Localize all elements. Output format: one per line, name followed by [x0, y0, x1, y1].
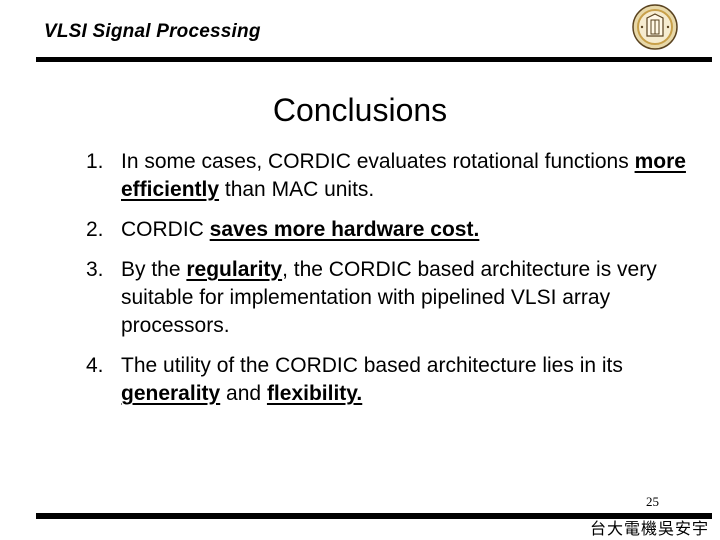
item-number: 1.	[86, 150, 104, 173]
item-text: and	[220, 382, 267, 405]
item-text: In some cases, CORDIC evaluates rotation…	[121, 150, 635, 173]
item-text: CORDIC	[121, 218, 210, 241]
item-number: 2.	[86, 218, 104, 241]
university-seal-icon	[632, 4, 678, 50]
item-emphasis: regularity	[186, 258, 283, 281]
item-emphasis: flexibility.	[266, 382, 363, 405]
header-title: VLSI Signal Processing	[44, 21, 261, 42]
conclusions-list: 1. In some cases, CORDIC evaluates rotat…	[86, 148, 686, 420]
item-number: 3.	[86, 258, 104, 281]
list-item: 3. By the regularity, the CORDIC based a…	[86, 256, 686, 340]
item-number: 4.	[86, 354, 104, 377]
slide-title: Conclusions	[272, 92, 448, 128]
header-divider	[36, 57, 712, 62]
item-text: than MAC units.	[219, 178, 375, 201]
footer-credit: 台大電機吳安宇	[590, 519, 710, 538]
list-item: 4. The utility of the CORDIC based archi…	[86, 352, 686, 408]
item-text: The utility of the CORDIC based architec…	[121, 354, 623, 377]
page-number: 25	[646, 494, 659, 509]
list-item: 1. In some cases, CORDIC evaluates rotat…	[86, 148, 686, 204]
list-item: 2. CORDIC saves more hardware cost.	[86, 216, 686, 244]
item-emphasis: saves more hardware cost.	[209, 218, 480, 241]
item-text: By the	[121, 258, 187, 281]
item-emphasis: generality	[121, 382, 221, 405]
